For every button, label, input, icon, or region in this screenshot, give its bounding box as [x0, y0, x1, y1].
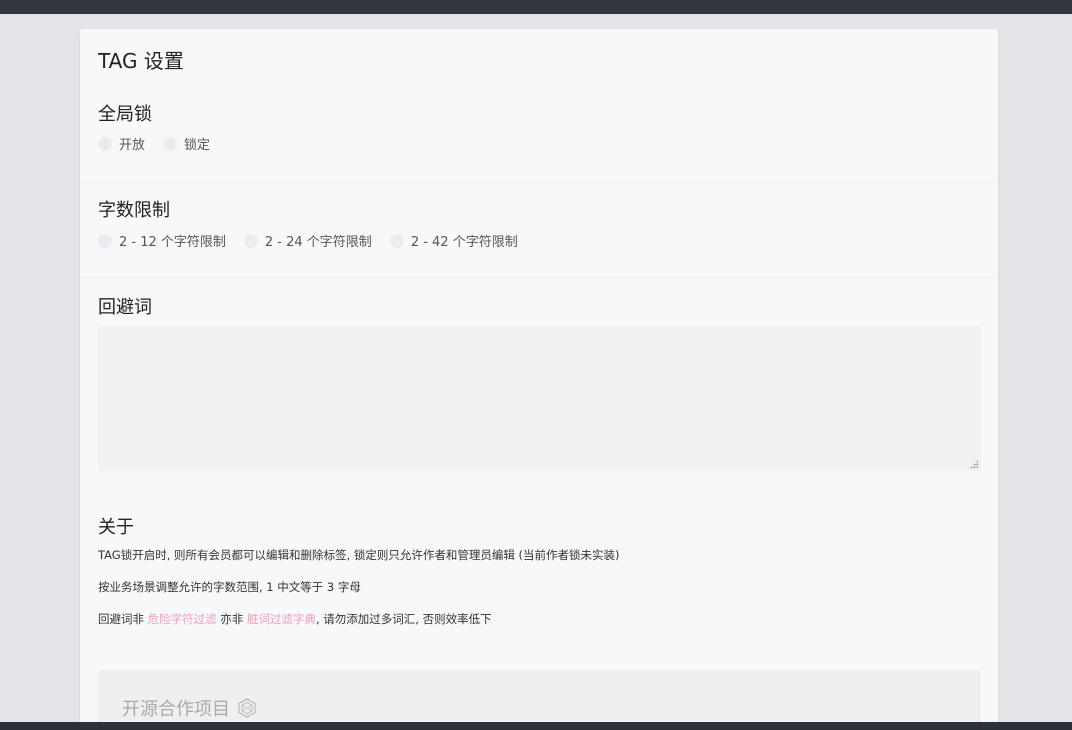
radio-limit-24-label: 2 - 24 个字符限制	[264, 235, 372, 250]
about-line-avoid-suffix: , 请勿添加过多词汇, 否则效率低下	[315, 612, 492, 626]
radio-open-circle[interactable]	[98, 136, 112, 151]
radio-locked[interactable]: 锁定	[163, 134, 210, 153]
global-lock-section: 全局锁 开放 锁定	[80, 87, 998, 183]
about-line-limit: 按业务场景调整允许的字数范围, 1 中文等于 3 字母	[98, 580, 361, 594]
radio-limit-24-circle[interactable]	[243, 233, 258, 248]
char-limit-options: 2 - 12 个字符限制 2 - 24 个字符限制 2 - 42 个字符限制	[98, 231, 536, 250]
open-source-title: 开源合作项目	[122, 695, 258, 721]
open-source-icon	[236, 697, 258, 719]
dirty-word-dict-link[interactable]: 脏词过滤字典	[247, 612, 316, 626]
about-line-avoid-prefix: 回避词非	[98, 612, 148, 626]
radio-locked-circle[interactable]	[163, 136, 178, 151]
radio-limit-42-label: 2 - 42 个字符限制	[410, 235, 518, 250]
about-line-avoid: 回避词非 危险字符过滤 亦非 脏词过滤字典, 请勿添加过多词汇, 否则效率低下	[98, 611, 492, 627]
open-source-box: 开源合作项目	[98, 670, 981, 722]
global-lock-title: 全局锁	[98, 104, 152, 125]
radio-limit-12[interactable]: 2 - 12 个字符限制	[98, 231, 226, 250]
char-limit-title: 字数限制	[98, 200, 170, 221]
page-title: TAG 设置	[98, 49, 184, 73]
tag-settings-panel: TAG 设置 全局锁 开放 锁定 字数限制 2 - 12 个字符限制 2 - 2…	[80, 29, 998, 722]
radio-limit-12-label: 2 - 12 个字符限制	[119, 235, 226, 250]
radio-limit-42-circle[interactable]	[389, 233, 404, 248]
open-source-title-text: 开源合作项目	[122, 699, 230, 720]
radio-limit-24[interactable]: 2 - 24 个字符限制	[243, 231, 372, 250]
char-limit-section: 字数限制 2 - 12 个字符限制 2 - 24 个字符限制 2 - 42 个字…	[80, 183, 998, 278]
radio-locked-label: 锁定	[184, 138, 211, 153]
avoid-words-textarea[interactable]	[98, 326, 981, 471]
radio-open[interactable]: 开放	[98, 134, 145, 153]
radio-limit-12-circle[interactable]	[98, 233, 112, 248]
about-title: 关于	[98, 517, 134, 538]
radio-open-label: 开放	[119, 138, 146, 153]
top-bar	[0, 0, 1072, 14]
bottom-bar	[0, 722, 1072, 730]
about-line-lock: TAG锁开启时, 则所有会员都可以编辑和删除标签, 锁定则只允许作者和管理员编辑…	[98, 548, 620, 562]
avoid-words-title: 回避词	[98, 297, 152, 318]
global-lock-options: 开放 锁定	[98, 134, 228, 153]
radio-limit-42[interactable]: 2 - 42 个字符限制	[389, 231, 518, 250]
about-line-avoid-mid: 亦非	[216, 612, 247, 626]
danger-char-filter-link[interactable]: 危险字符过滤	[148, 612, 217, 626]
